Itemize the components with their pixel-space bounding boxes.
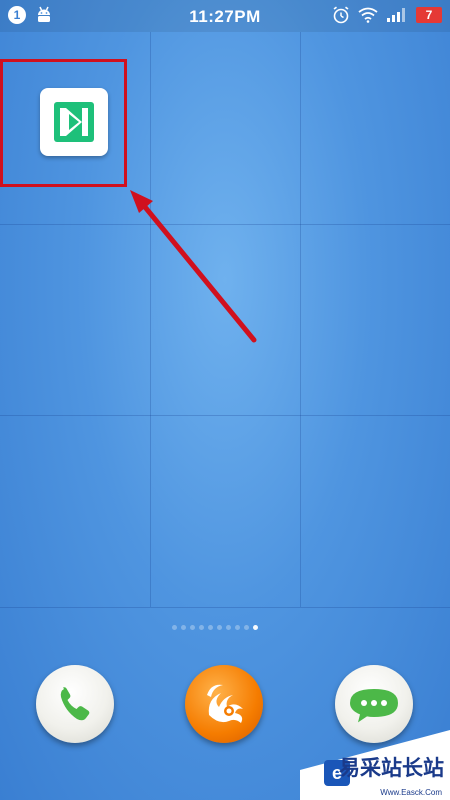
page-dot[interactable] [181, 625, 186, 630]
page-dot[interactable] [172, 625, 177, 630]
page-dot[interactable] [190, 625, 195, 630]
page-dot[interactable] [199, 625, 204, 630]
watermark-url: Www.Easck.Com [380, 788, 442, 797]
phone-icon [60, 687, 90, 721]
watermark: e 易采站长站 Www.Easck.Com [300, 730, 450, 800]
page-dot[interactable] [244, 625, 249, 630]
page-indicator [172, 625, 258, 630]
page-dot-active[interactable] [253, 625, 258, 630]
uc-browser-icon [207, 684, 243, 723]
watermark-brand: 易采站长站 [339, 756, 444, 780]
home-screen: 1 11:27PM 7 e 易采站长站 Www.Easck.Com [0, 0, 450, 800]
phone-button[interactable] [36, 665, 114, 743]
page-dot[interactable] [217, 625, 222, 630]
page-dot[interactable] [235, 625, 240, 630]
uc-browser-button[interactable] [185, 665, 263, 743]
page-dot[interactable] [208, 625, 213, 630]
page-dot[interactable] [226, 625, 231, 630]
